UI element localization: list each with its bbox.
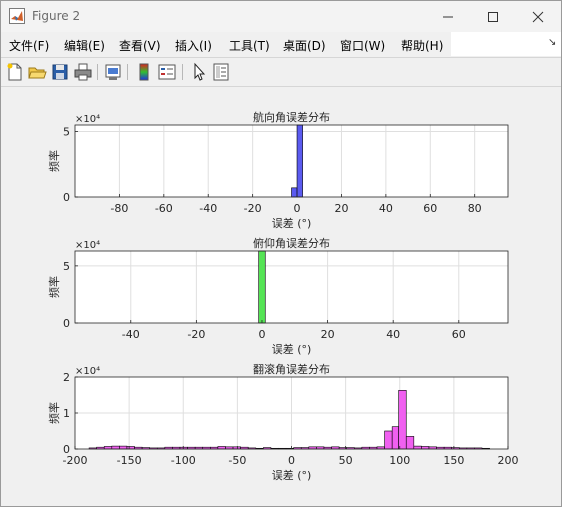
- x-axis-label: 误差 (°): [272, 342, 312, 356]
- matlab-logo-icon: [9, 8, 25, 24]
- x-tick-label: 0: [294, 202, 301, 215]
- y-axis-label: 频率: [47, 150, 61, 172]
- histogram-bar: [291, 187, 298, 198]
- x-tick-label: -40: [122, 328, 140, 341]
- colorbar-icon: [139, 63, 149, 81]
- y-axis-label: 频率: [47, 276, 61, 298]
- histogram-bar: [111, 445, 120, 450]
- figure-canvas: -80 -60 -40 -20 0 20 40 60 80 0 5 ×10⁴ 航向角误差分布 误差 (°)…: [1, 87, 561, 506]
- menu-window[interactable]: 窗口(W): [340, 37, 385, 54]
- y-exponent-label: ×10⁴: [75, 240, 100, 251]
- plot-background: [75, 251, 508, 323]
- window-title: Figure 2: [32, 9, 81, 23]
- plot-background: [75, 125, 508, 197]
- y-exponent-label: ×10⁴: [75, 114, 100, 125]
- x-tick-label: 20: [334, 202, 348, 215]
- y-tick-label: 2: [63, 371, 70, 384]
- histogram-bar: [413, 445, 422, 450]
- x-tick-label: -40: [199, 202, 217, 215]
- edit-plot-button[interactable]: [189, 62, 209, 82]
- chart-title: 航向角误差分布: [253, 110, 330, 124]
- menu-file[interactable]: 文件(F): [9, 37, 49, 54]
- y-axis-label: 频率: [47, 402, 61, 424]
- y-tick-label: 1: [63, 407, 70, 420]
- menu-desktop[interactable]: 桌面(D): [283, 37, 326, 54]
- y-tick-label: 0: [63, 191, 70, 204]
- histogram-bar: [384, 430, 393, 450]
- menu-bar-spacer: [451, 32, 561, 56]
- x-tick-label: 150: [443, 454, 464, 467]
- open-file-icon: [28, 67, 47, 79]
- x-tick-label: 40: [379, 202, 393, 215]
- toolbar-separator: [97, 64, 98, 80]
- save-icon: [52, 64, 68, 80]
- link-plot-icon: [105, 64, 121, 80]
- x-tick-label: 60: [423, 202, 437, 215]
- title-bar: Figure 2: [1, 1, 561, 32]
- open-file-button[interactable]: [27, 62, 47, 82]
- x-tick-label: 0: [288, 454, 295, 467]
- x-tick-label: -50: [228, 454, 246, 467]
- menu-help[interactable]: 帮助(H): [401, 37, 443, 54]
- y-tick-label: 5: [63, 126, 70, 139]
- figure-toolbar: [1, 57, 561, 87]
- maximize-button[interactable]: [470, 1, 516, 32]
- menu-edit[interactable]: 编辑(E): [64, 37, 105, 54]
- x-axis-label: 误差 (°): [272, 468, 312, 482]
- legend-button[interactable]: [157, 62, 177, 82]
- new-figure-button[interactable]: [5, 62, 25, 82]
- x-tick-label: -20: [187, 328, 205, 341]
- menu-tools[interactable]: 工具(T): [229, 37, 270, 54]
- minimize-button[interactable]: [425, 1, 471, 32]
- histogram-bar: [258, 250, 266, 324]
- x-tick-label: 0: [258, 328, 265, 341]
- histogram-bar: [119, 445, 128, 450]
- x-tick-label: 50: [339, 454, 353, 467]
- x-tick-label: 100: [389, 454, 410, 467]
- property-inspector-icon: [213, 63, 229, 81]
- y-tick-label: 5: [63, 260, 70, 273]
- x-tick-label: -100: [171, 454, 196, 467]
- chart-title: 俯仰角误差分布: [253, 236, 330, 250]
- colorbar-button[interactable]: [134, 62, 154, 82]
- property-inspector-button[interactable]: [211, 62, 231, 82]
- histogram-bar: [296, 124, 303, 198]
- x-tick-label: -80: [110, 202, 128, 215]
- y-tick-label: 0: [63, 317, 70, 330]
- save-button[interactable]: [50, 62, 70, 82]
- toolbar-separator: [182, 64, 183, 80]
- x-tick-label: 40: [386, 328, 400, 341]
- y-exponent-label: ×10⁴: [75, 366, 100, 377]
- y-tick-label: 0: [63, 443, 70, 456]
- legend-icon: [158, 64, 176, 80]
- x-tick-label: 80: [468, 202, 482, 215]
- x-tick-label: -20: [244, 202, 262, 215]
- menu-overflow-icon[interactable]: ↘: [548, 37, 556, 48]
- menu-insert[interactable]: 插入(I): [175, 37, 212, 54]
- histogram-charts: -80 -60 -40 -20 0 20 40 60 8005×10⁴ 航向角误差分布误差 (°)…: [47, 110, 519, 482]
- histogram-bar: [405, 436, 415, 450]
- print-icon: [74, 63, 92, 81]
- x-tick-label: -60: [155, 202, 173, 215]
- x-tick-label: 20: [321, 328, 335, 341]
- link-plot-button[interactable]: [103, 62, 123, 82]
- maximize-icon: [488, 11, 498, 22]
- histogram-bar: [391, 426, 399, 450]
- new-figure-icon: [7, 63, 22, 81]
- minimize-icon: [443, 16, 453, 17]
- x-axis-label: 误差 (°): [272, 216, 312, 230]
- figure-window: Figure 2 文件(F) 编辑(E) 查看(V) 插入(I) 工具(T) 桌…: [0, 0, 562, 507]
- toolbar-separator: [127, 64, 128, 80]
- chart-title: 翻滚角误差分布: [253, 362, 330, 376]
- histogram-bar: [398, 390, 407, 450]
- menu-view[interactable]: 查看(V): [119, 37, 161, 54]
- x-tick-label: 200: [498, 454, 519, 467]
- close-button[interactable]: [515, 1, 561, 32]
- x-tick-label: 60: [452, 328, 466, 341]
- close-icon: [532, 11, 544, 22]
- edit-plot-arrow-icon: [194, 62, 206, 81]
- x-tick-label: -150: [117, 454, 142, 467]
- print-button[interactable]: [73, 62, 93, 82]
